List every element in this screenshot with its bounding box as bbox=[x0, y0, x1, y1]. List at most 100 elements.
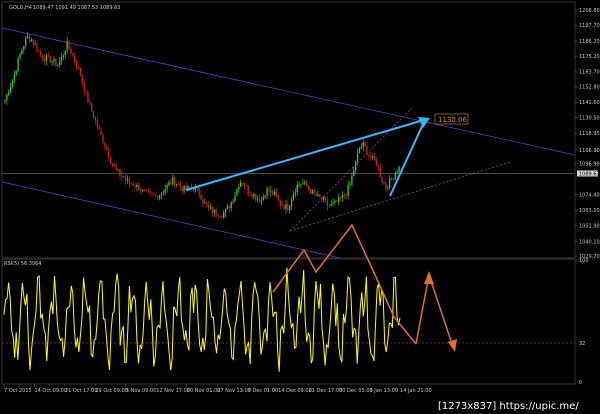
candle-body bbox=[41, 55, 44, 59]
candle-body bbox=[70, 48, 72, 54]
candle-body bbox=[166, 184, 168, 190]
candle-body bbox=[168, 182, 170, 185]
candle-body bbox=[319, 194, 321, 197]
candle-body bbox=[177, 184, 180, 185]
candle-body bbox=[89, 102, 91, 104]
candle-body bbox=[13, 74, 16, 81]
candle-body bbox=[138, 184, 140, 191]
candle-body bbox=[74, 55, 76, 62]
candle-body bbox=[266, 188, 268, 196]
candle-body bbox=[341, 194, 344, 198]
candle-body bbox=[98, 126, 100, 130]
candle-body bbox=[332, 202, 334, 204]
current-price-tick-label: 1089.63 bbox=[579, 171, 600, 177]
price-tick-label: 1106.90 bbox=[579, 148, 600, 154]
candle-body bbox=[234, 195, 236, 202]
price-tick-label: 1208.80 bbox=[579, 8, 600, 14]
candle-body bbox=[353, 170, 355, 176]
candle-body bbox=[356, 153, 359, 161]
candle-body bbox=[17, 58, 19, 71]
date-tick-label: 30 Dec 05:00 bbox=[339, 388, 373, 394]
candle-body bbox=[28, 36, 31, 42]
candle-body bbox=[132, 183, 134, 186]
candle-body bbox=[106, 146, 108, 151]
price-tick-label: 1141.60 bbox=[579, 100, 600, 106]
candle-body bbox=[157, 195, 159, 199]
candle-body bbox=[198, 187, 200, 195]
candle-body bbox=[396, 172, 398, 174]
candle-body bbox=[60, 57, 63, 62]
price-tick-label: 1197.70 bbox=[579, 23, 600, 29]
candle-body bbox=[104, 142, 106, 147]
orange-forecast-arrowhead-up bbox=[424, 271, 434, 284]
candle-body bbox=[358, 148, 361, 154]
trendline-layer bbox=[1, 27, 576, 259]
candle-body bbox=[387, 187, 389, 189]
candle-body bbox=[226, 206, 229, 209]
candle-body bbox=[281, 205, 283, 207]
candle-body bbox=[164, 189, 166, 193]
candle-body bbox=[313, 189, 315, 194]
ohlc-label: 1089.47 1091.49 1087.53 1089.63 bbox=[33, 5, 120, 11]
candle-body bbox=[136, 184, 138, 188]
candle-body bbox=[94, 117, 97, 121]
candle-body bbox=[249, 194, 251, 196]
rsi-series-line bbox=[3, 267, 401, 372]
candle-body bbox=[170, 182, 172, 184]
candle-body bbox=[351, 175, 353, 184]
candle-body bbox=[270, 190, 272, 192]
candle-body bbox=[158, 195, 161, 199]
price-tick-label: 1040.10 bbox=[579, 240, 600, 246]
candle-body bbox=[304, 181, 306, 184]
candle-body bbox=[23, 45, 25, 50]
lower-channel-line bbox=[1, 181, 341, 259]
candle-body bbox=[8, 92, 10, 95]
candle-body bbox=[147, 190, 149, 192]
candle-body bbox=[204, 202, 206, 204]
candle-body bbox=[294, 192, 297, 194]
candle-body bbox=[202, 199, 204, 204]
candle-body bbox=[381, 177, 383, 183]
date-tick-label: 7 Dec 01:00 bbox=[248, 388, 278, 394]
date-tick-label: 7 Oct 2015 bbox=[4, 388, 32, 394]
price-tick-label: 1130.50 bbox=[579, 115, 600, 121]
candle-body bbox=[9, 86, 12, 93]
candle-body bbox=[207, 205, 210, 208]
candle-body bbox=[388, 178, 391, 188]
candle-body bbox=[255, 193, 257, 200]
candle-body bbox=[100, 129, 102, 135]
candle-body bbox=[141, 189, 144, 192]
candle-body bbox=[211, 207, 214, 214]
candle-body bbox=[130, 183, 132, 185]
candle-body bbox=[162, 192, 165, 194]
candle-body bbox=[239, 182, 242, 187]
candle-body bbox=[241, 182, 244, 185]
target-price-label: 1130.06 bbox=[438, 116, 467, 124]
candle-body bbox=[338, 197, 340, 202]
candle-body bbox=[243, 184, 246, 185]
candle-body bbox=[302, 183, 304, 185]
candle-body bbox=[96, 120, 99, 127]
candle-body bbox=[298, 184, 300, 186]
date-tick-label: 14 Oct 09:00 bbox=[34, 388, 67, 394]
date-tick-label: 12 Nov 17:00 bbox=[156, 388, 190, 394]
candle-body bbox=[81, 75, 83, 83]
candle-body bbox=[66, 41, 68, 51]
candle-body bbox=[349, 183, 351, 186]
candle-body bbox=[183, 185, 185, 192]
candle-body bbox=[272, 190, 274, 195]
candle-body bbox=[390, 178, 393, 180]
candle-body bbox=[379, 167, 381, 178]
candle-body bbox=[172, 177, 174, 184]
candle-body bbox=[123, 176, 125, 178]
candle-body bbox=[57, 65, 59, 66]
candle-body bbox=[362, 142, 364, 147]
price-tick-label: 1118.95 bbox=[579, 131, 600, 137]
candle-layer bbox=[4, 32, 400, 220]
orange-zigzag-line bbox=[272, 223, 417, 345]
candle-body bbox=[236, 189, 238, 196]
candle-body bbox=[134, 185, 136, 188]
date-tick-label: 29 Oct 09:00 bbox=[95, 388, 128, 394]
candle-body bbox=[373, 156, 376, 161]
candle-body bbox=[175, 184, 178, 185]
